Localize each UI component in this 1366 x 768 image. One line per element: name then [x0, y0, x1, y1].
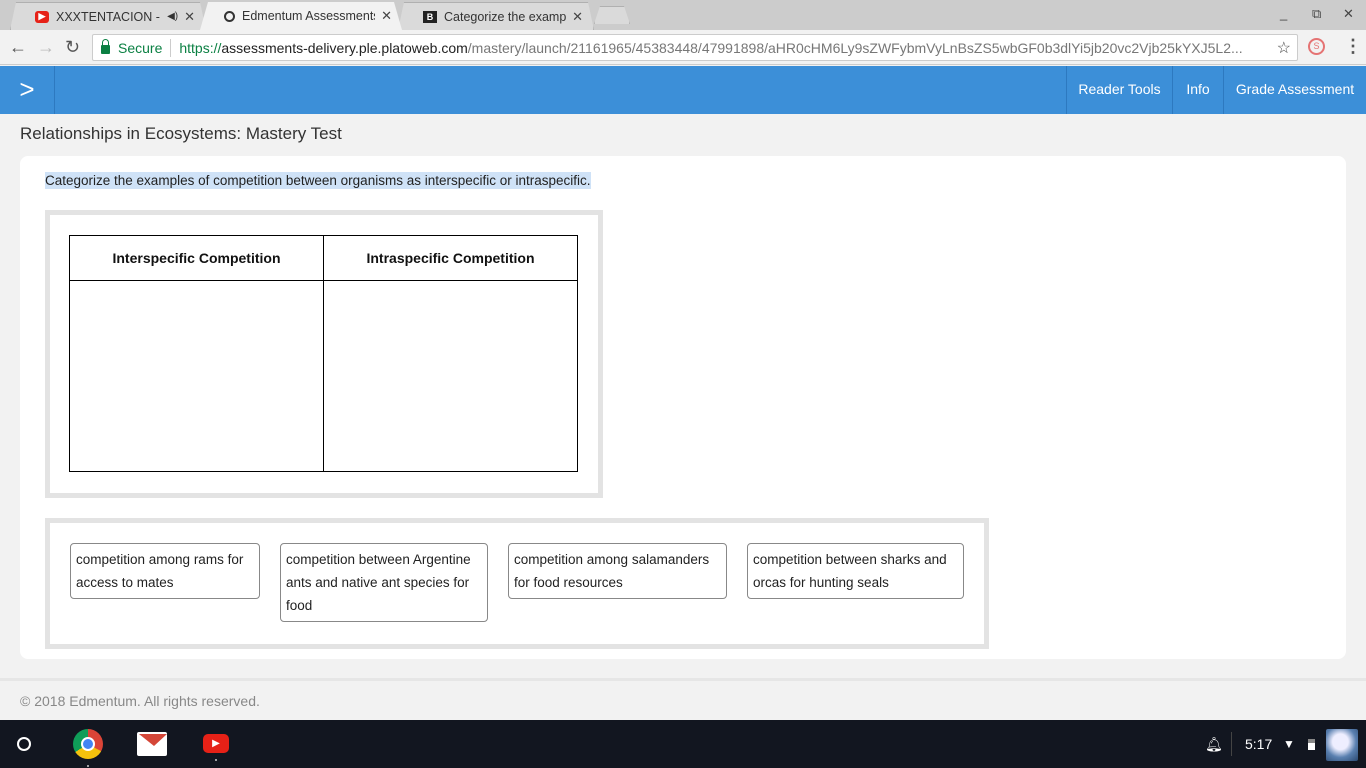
drop-zone-interspecific[interactable]: [69, 280, 324, 472]
brainly-icon: B: [423, 11, 437, 23]
column-header-intraspecific: Intraspecific Competition: [323, 235, 578, 281]
reader-tools-button[interactable]: Reader Tools: [1066, 66, 1172, 114]
battery-icon[interactable]: [1308, 739, 1315, 750]
page-title: Relationships in Ecosystems: Mastery Tes…: [20, 124, 342, 143]
chevron-right-icon: >: [19, 74, 35, 104]
gmail-icon[interactable]: [137, 732, 167, 756]
new-tab-button[interactable]: [594, 6, 630, 24]
minimize-icon[interactable]: _: [1280, 6, 1287, 21]
info-button[interactable]: Info: [1172, 66, 1223, 114]
youtube-icon[interactable]: ▶: [203, 734, 229, 761]
lock-icon: [101, 38, 110, 54]
question-prompt: Categorize the examples of competition b…: [45, 172, 591, 189]
grade-assessment-button[interactable]: Grade Assessment: [1223, 66, 1366, 114]
url-host: assessments-delivery.ple.platoweb.com: [221, 39, 468, 56]
bookmark-star-icon[interactable]: ☆: [1277, 38, 1291, 58]
secure-label: Secure: [118, 39, 163, 56]
clock[interactable]: 5:17: [1245, 720, 1272, 768]
address-bar[interactable]: Secure https://assessments-delivery.ple.…: [92, 34, 1298, 61]
tab-edmentum[interactable]: Edmentum Assessments ✕: [200, 2, 402, 30]
wifi-icon[interactable]: ▼: [1283, 720, 1295, 768]
tab-title: Categorize the examples: [444, 9, 567, 24]
audio-icon[interactable]: ◀): [167, 11, 178, 22]
youtube-icon: ▶: [35, 11, 49, 23]
draggable-choice[interactable]: competition among rams for access to mat…: [70, 543, 260, 599]
reload-icon[interactable]: ↻: [65, 37, 80, 58]
tab-title: Edmentum Assessments: [242, 9, 376, 23]
back-icon[interactable]: ←: [9, 37, 27, 58]
close-window-icon[interactable]: ✕: [1343, 6, 1354, 22]
user-avatar[interactable]: [1326, 729, 1358, 761]
copyright: © 2018 Edmentum. All rights reserved.: [20, 693, 260, 709]
app-header: > Reader Tools Info Grade Assessment: [0, 66, 1366, 114]
forward-icon[interactable]: →: [37, 37, 55, 58]
tab-brainly[interactable]: B Categorize the examples ✕: [398, 2, 594, 30]
close-tab-icon[interactable]: ✕: [184, 9, 195, 25]
categorize-table: Interspecific Competition Intraspecific …: [69, 235, 578, 472]
choices-bank: competition among rams for access to mat…: [45, 518, 989, 649]
url-path: /mastery/launch/21161965/45383448/479918…: [467, 39, 1243, 56]
edmentum-icon: [224, 11, 235, 22]
column-header-interspecific: Interspecific Competition: [69, 235, 324, 281]
chrome-icon[interactable]: [73, 729, 103, 767]
launcher-icon[interactable]: [17, 737, 31, 751]
tab-youtube[interactable]: ▶ XXXTENTACION - #Ir ◀) ✕: [10, 2, 206, 30]
footer: © 2018 Edmentum. All rights reserved.: [0, 678, 1366, 720]
draggable-choice[interactable]: competition between Argentine ants and n…: [280, 543, 488, 622]
close-tab-icon[interactable]: ✕: [381, 8, 392, 24]
menu-icon[interactable]: ⋮: [1344, 36, 1362, 57]
categorize-table-container: Interspecific Competition Intraspecific …: [45, 210, 603, 498]
expand-sidebar-button[interactable]: >: [0, 66, 55, 114]
notification-bell-icon[interactable]: 🔔︎: [1205, 720, 1223, 768]
tab-strip: ▶ XXXTENTACION - #Ir ◀) ✕ B Categorize t…: [0, 0, 1366, 30]
draggable-choice[interactable]: competition between sharks and orcas for…: [747, 543, 964, 599]
extension-icon[interactable]: S: [1308, 38, 1325, 55]
url-scheme: https://: [179, 39, 222, 56]
tab-title: XXXTENTACION - #Ir: [56, 9, 160, 24]
draggable-choice[interactable]: competition among salamanders for food r…: [508, 543, 727, 599]
os-shelf: ▶ 🔔︎ 5:17 ▼: [0, 720, 1366, 768]
restore-icon[interactable]: ⧉: [1312, 6, 1321, 22]
close-tab-icon[interactable]: ✕: [572, 9, 583, 25]
drop-zone-intraspecific[interactable]: [323, 280, 578, 472]
browser-toolbar: ← → ↻ Secure https://assessments-deliver…: [0, 30, 1366, 65]
